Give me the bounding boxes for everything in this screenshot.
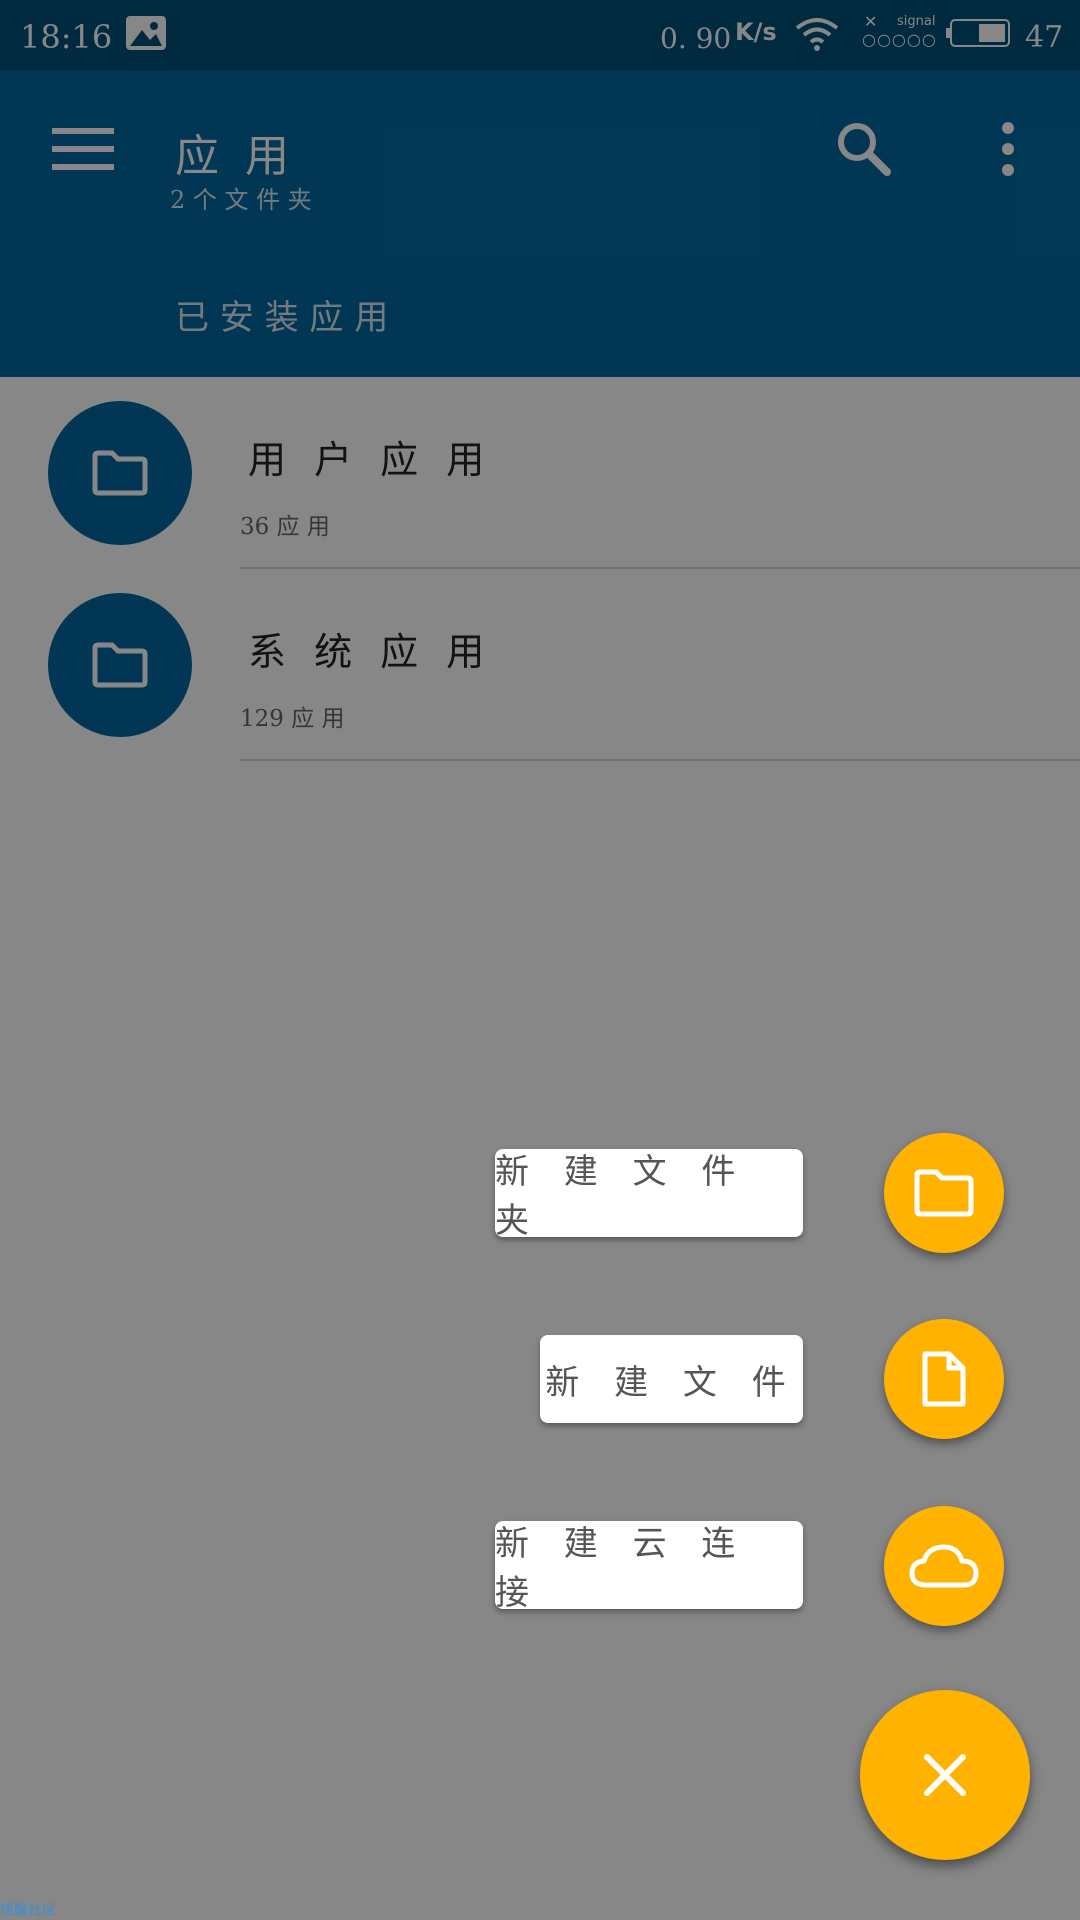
new-file-label[interactable]: 新 建 文 件 bbox=[540, 1335, 803, 1423]
new-file-button[interactable] bbox=[884, 1319, 1004, 1439]
new-cloud-connection-button[interactable] bbox=[884, 1506, 1004, 1626]
file-icon bbox=[922, 1351, 966, 1407]
new-folder-label[interactable]: 新 建 文 件 夹 bbox=[495, 1149, 803, 1241]
new-cloud-connection-label[interactable]: 新 建 云 连 接 bbox=[495, 1521, 803, 1613]
close-fab-button[interactable] bbox=[860, 1690, 1030, 1860]
new-folder-button[interactable] bbox=[884, 1133, 1004, 1253]
close-icon bbox=[924, 1754, 966, 1796]
cloud-icon bbox=[909, 1544, 979, 1588]
watermark: 悟醒社区 bbox=[0, 1903, 56, 1919]
folder-icon bbox=[914, 1169, 974, 1217]
dim-overlay[interactable] bbox=[0, 0, 1080, 1920]
